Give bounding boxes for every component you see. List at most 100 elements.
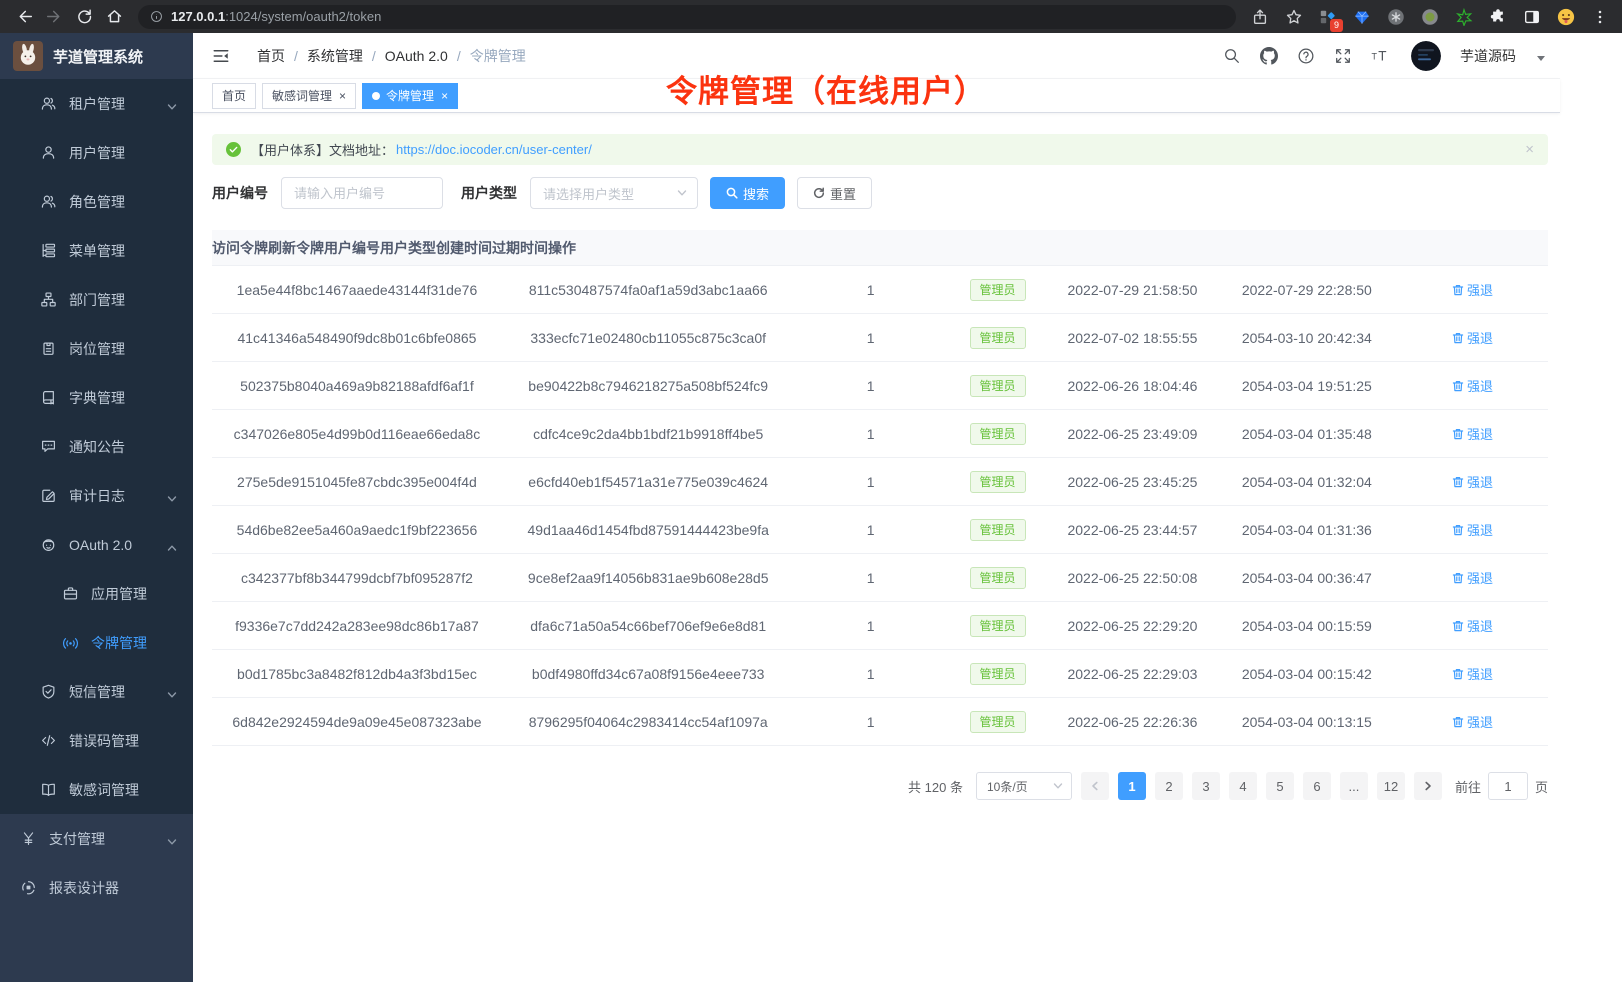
tab-close-icon[interactable]: × xyxy=(441,90,448,102)
sidebar-menu-item[interactable]: 岗位管理 xyxy=(0,324,193,373)
sidebar-menu-item[interactable]: 用户管理 xyxy=(0,128,193,177)
sidebar-menu-item[interactable]: 菜单管理 xyxy=(0,226,193,275)
sidebar-menu-item[interactable]: OAuth 2.0 xyxy=(0,520,193,569)
extension-tampermonkey-icon[interactable]: 9 xyxy=(1316,5,1340,29)
github-icon[interactable] xyxy=(1259,46,1279,66)
force-logout-button[interactable]: 强退 xyxy=(1452,424,1493,443)
sidebar-menu-item[interactable]: 令牌管理 xyxy=(0,618,193,667)
sidebar-menu-item[interactable]: 部门管理 xyxy=(0,275,193,324)
force-logout-button[interactable]: 强退 xyxy=(1452,664,1493,683)
table-row[interactable]: 41c41346a548490f9dc8b01c6bfe0865 333ecfc… xyxy=(212,313,1548,361)
app-logo-row[interactable]: 芋道管理系统 xyxy=(0,33,193,79)
goto-page-input[interactable] xyxy=(1488,772,1528,800)
next-page-button[interactable] xyxy=(1414,772,1442,800)
sidebar-menu-item[interactable]: 审计日志 xyxy=(0,471,193,520)
side-panel-icon[interactable] xyxy=(1520,5,1544,29)
force-logout-button[interactable]: 强退 xyxy=(1452,616,1493,635)
table-row[interactable]: 275e5de9151045fe87cbdc395e004f4d e6cfd40… xyxy=(212,457,1548,505)
table-row[interactable]: f9336e7c7dd242a283ee98dc86b17a87 dfa6c71… xyxy=(212,601,1548,649)
table-row[interactable]: c347026e805e4d99b0d116eae66eda8c cdfc4ce… xyxy=(212,409,1548,457)
view-tab[interactable]: 敏感词管理 × xyxy=(262,83,356,109)
search-icon[interactable] xyxy=(1222,46,1242,66)
profile-avatar-emoji[interactable] xyxy=(1554,5,1578,29)
sidebar-menu-item[interactable]: 支付管理 xyxy=(0,814,193,863)
sidebar-menu-item[interactable]: 报表设计器 xyxy=(0,863,193,912)
table-body: 1ea5e44f8bc1467aaede43144f31de76 811c530… xyxy=(212,265,1548,745)
force-logout-button[interactable]: 强退 xyxy=(1452,568,1493,587)
sidebar-item-label: 角色管理 xyxy=(69,192,125,212)
sidebar-menu-item[interactable]: 字典管理 xyxy=(0,373,193,422)
sidebar-menu-item[interactable]: 错误码管理 xyxy=(0,716,193,765)
browser-home-button[interactable] xyxy=(100,3,128,31)
sidebar-menu-item[interactable]: 租户管理 xyxy=(0,79,193,128)
sidebar-menu-item[interactable]: 应用管理 xyxy=(0,569,193,618)
trash-icon xyxy=(1452,428,1464,440)
user-type-badge: 管理员 xyxy=(970,423,1026,445)
extension-gem-icon[interactable] xyxy=(1350,5,1374,29)
extensions-puzzle-icon[interactable] xyxy=(1486,5,1510,29)
table-row[interactable]: 502375b8040a469a9b82188afdf6af1f be90422… xyxy=(212,361,1548,409)
browser-forward-button[interactable] xyxy=(40,3,68,31)
table-row[interactable]: c342377bf8b344799dcbf7bf095287f2 9ce8ef2… xyxy=(212,553,1548,601)
app-icon xyxy=(62,585,79,602)
tab-close-icon[interactable]: × xyxy=(339,90,346,102)
page-info-icon[interactable] xyxy=(150,10,163,23)
caret-down-icon[interactable] xyxy=(1537,56,1545,61)
view-tab[interactable]: 令牌管理 × xyxy=(362,83,458,109)
page-number-button[interactable]: 6 xyxy=(1303,772,1331,800)
browser-back-button[interactable] xyxy=(10,3,38,31)
page-size-select[interactable]: 10条/页 xyxy=(976,772,1072,800)
page-number-button[interactable]: 5 xyxy=(1266,772,1294,800)
force-logout-button[interactable]: 强退 xyxy=(1452,712,1493,731)
username[interactable]: 芋道源码 xyxy=(1460,46,1516,66)
force-logout-button[interactable]: 强退 xyxy=(1452,376,1493,395)
doc-link[interactable]: https://doc.iocoder.cn/user-center/ xyxy=(396,142,592,157)
extension-gray-circle-icon[interactable] xyxy=(1384,5,1408,29)
font-size-icon[interactable]: TT xyxy=(1370,46,1390,66)
search-button[interactable]: 搜索 xyxy=(710,177,785,209)
user-id-input[interactable] xyxy=(281,177,443,209)
breadcrumb-item[interactable]: 首页 xyxy=(257,46,285,66)
page-number-button[interactable]: 2 xyxy=(1155,772,1183,800)
user-type-select[interactable]: 请选择用户类型 xyxy=(530,177,698,209)
sidebar-menu-item[interactable]: 角色管理 xyxy=(0,177,193,226)
bookmark-star-icon[interactable] xyxy=(1282,5,1306,29)
browser-reload-button[interactable] xyxy=(70,3,98,31)
page-number-button[interactable]: 3 xyxy=(1192,772,1220,800)
reset-button[interactable]: 重置 xyxy=(797,177,872,209)
sidebar-menu-item[interactable]: 敏感词管理 xyxy=(0,765,193,814)
prev-page-button[interactable] xyxy=(1081,772,1109,800)
force-logout-button[interactable]: 强退 xyxy=(1452,472,1493,491)
page-number-button[interactable]: 1 xyxy=(1118,772,1146,800)
extension-green-star-icon[interactable] xyxy=(1452,5,1476,29)
user-avatar[interactable] xyxy=(1411,41,1441,71)
user-id-cell: 1 xyxy=(794,522,946,538)
table-row[interactable]: 54d6be82ee5a460a9aedc1f9bf223656 49d1aa4… xyxy=(212,505,1548,553)
table-row[interactable]: 6d842e2924594de9a09e45e087323abe 8796295… xyxy=(212,697,1548,745)
table-row[interactable]: b0d1785bc3a8482f812db4a3f3bd15ec b0df498… xyxy=(212,649,1548,697)
sidebar-menu-item[interactable]: 短信管理 xyxy=(0,667,193,716)
table-row[interactable]: 1ea5e44f8bc1467aaede43144f31de76 811c530… xyxy=(212,265,1548,313)
fullscreen-icon[interactable] xyxy=(1333,46,1353,66)
force-logout-button[interactable]: 强退 xyxy=(1452,520,1493,539)
content: 【用户体系】文档地址： https://doc.iocoder.cn/user-… xyxy=(193,113,1560,982)
sidebar-menu-item[interactable]: 通知公告 xyxy=(0,422,193,471)
force-logout-button[interactable]: 强退 xyxy=(1452,280,1493,299)
refresh-token-cell: cdfc4ce9c2da4bb1bdf21b9918ff4be5 xyxy=(502,426,795,442)
page-number-button[interactable]: 12 xyxy=(1377,772,1405,800)
breadcrumb-item[interactable]: 令牌管理 xyxy=(470,46,526,66)
sidebar-toggle-icon[interactable] xyxy=(210,45,232,67)
user-id-cell: 1 xyxy=(794,666,946,682)
browser-menu-icon[interactable] xyxy=(1588,5,1612,29)
extension-green-circle-icon[interactable] xyxy=(1418,5,1442,29)
share-icon[interactable] xyxy=(1248,5,1272,29)
page-number-button[interactable]: ... xyxy=(1340,772,1368,800)
alert-close-icon[interactable]: × xyxy=(1525,141,1534,158)
address-bar[interactable]: 127.0.0.1:1024/system/oauth2/token xyxy=(138,5,1236,29)
page-number-button[interactable]: 4 xyxy=(1229,772,1257,800)
force-logout-button[interactable]: 强退 xyxy=(1452,328,1493,347)
help-icon[interactable] xyxy=(1296,46,1316,66)
breadcrumb-item[interactable]: OAuth 2.0 xyxy=(385,48,448,64)
breadcrumb-item[interactable]: 系统管理 xyxy=(307,46,363,66)
view-tab[interactable]: 首页 xyxy=(212,83,256,109)
